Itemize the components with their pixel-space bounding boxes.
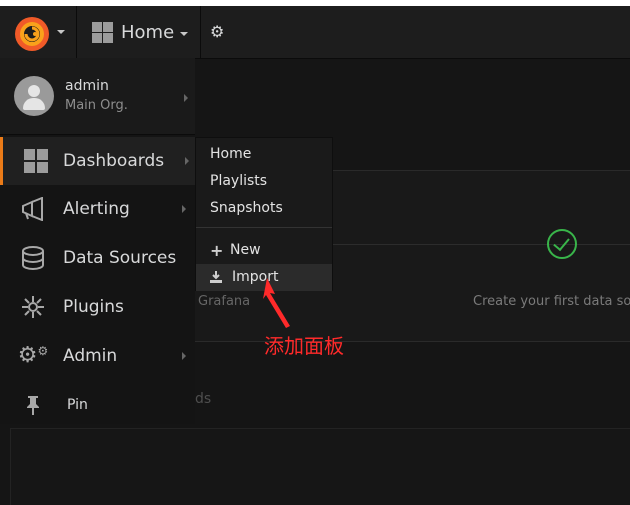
sidebar-item-label: Pin <box>67 397 88 413</box>
sidebar-item-label: Plugins <box>63 297 124 317</box>
submenu-item-home[interactable]: Home <box>196 141 332 168</box>
submenu-item-label: Snapshots <box>210 200 283 216</box>
grafana-app: Grafana Create your first data so ds Hom… <box>0 6 630 505</box>
chevron-down-icon <box>57 30 65 34</box>
chevron-right-icon <box>182 352 186 360</box>
top-navbar: Home ⚙ <box>0 6 630 59</box>
background-text: ds <box>195 391 212 407</box>
sidebar-item-label: Alerting <box>63 199 130 219</box>
plus-icon: + <box>210 241 224 260</box>
sidebar-menu: admin Main Org. Dashboards Alerting Data… <box>0 58 195 424</box>
install-grafana-text: Grafana <box>198 294 251 309</box>
sidebar-item-alerting[interactable]: Alerting <box>0 185 195 233</box>
grafana-menu-button[interactable] <box>9 12 73 52</box>
avatar <box>14 76 54 116</box>
database-icon <box>20 246 46 270</box>
submenu-item-playlists[interactable]: Playlists <box>196 168 332 195</box>
submenu-item-label: New <box>230 242 261 258</box>
settings-button[interactable]: ⚙ <box>210 23 224 41</box>
submenu-item-label: Home <box>210 146 252 162</box>
download-icon <box>210 264 222 294</box>
sidebar-item-dashboards[interactable]: Dashboards <box>0 137 195 185</box>
check-circle-icon <box>547 229 577 259</box>
profile-menu[interactable]: admin Main Org. <box>0 58 195 135</box>
dashboards-grid-icon <box>23 149 49 173</box>
grafana-logo-icon <box>15 17 49 51</box>
sidebar-item-data-sources[interactable]: Data Sources <box>0 234 195 282</box>
divider <box>76 6 77 58</box>
profile-org: Main Org. <box>65 98 128 113</box>
lower-panel <box>10 428 630 505</box>
divider <box>200 6 201 58</box>
grid-icon <box>92 21 113 43</box>
cogs-icon: ⚙ ⚙ <box>17 343 49 368</box>
chevron-right-icon <box>182 205 186 213</box>
annotation-arrow-icon <box>263 278 290 328</box>
submenu-item-label: Playlists <box>210 173 268 189</box>
create-data-source-link[interactable]: Create your first data so <box>473 294 630 309</box>
submenu-item-new[interactable]: + New <box>196 237 332 264</box>
pin-icon <box>20 393 46 417</box>
dashboard-title: Home <box>121 21 175 43</box>
sidebar-item-plugins[interactable]: Plugins <box>0 283 195 331</box>
sidebar-item-label: Admin <box>63 346 118 366</box>
chevron-right-icon <box>184 94 188 102</box>
dashboard-picker-button[interactable]: Home <box>92 20 189 44</box>
sidebar-item-label: Dashboards <box>63 151 165 171</box>
annotation-text: 添加面板 <box>264 334 344 358</box>
gear-icon: ⚙ <box>210 22 225 41</box>
chevron-right-icon <box>185 157 189 165</box>
sidebar-item-admin[interactable]: ⚙ ⚙ Admin <box>0 332 195 380</box>
megaphone-icon <box>20 197 46 221</box>
chevron-down-icon <box>180 31 189 36</box>
sidebar-item-pin[interactable]: Pin <box>0 381 195 429</box>
plugins-icon <box>20 295 46 319</box>
profile-name: admin <box>65 78 109 94</box>
dashboards-submenu: Home Playlists Snapshots + New Import <box>195 137 333 291</box>
submenu-divider <box>196 227 332 228</box>
sidebar-item-label: Data Sources <box>63 248 177 268</box>
submenu-item-snapshots[interactable]: Snapshots <box>196 195 332 222</box>
